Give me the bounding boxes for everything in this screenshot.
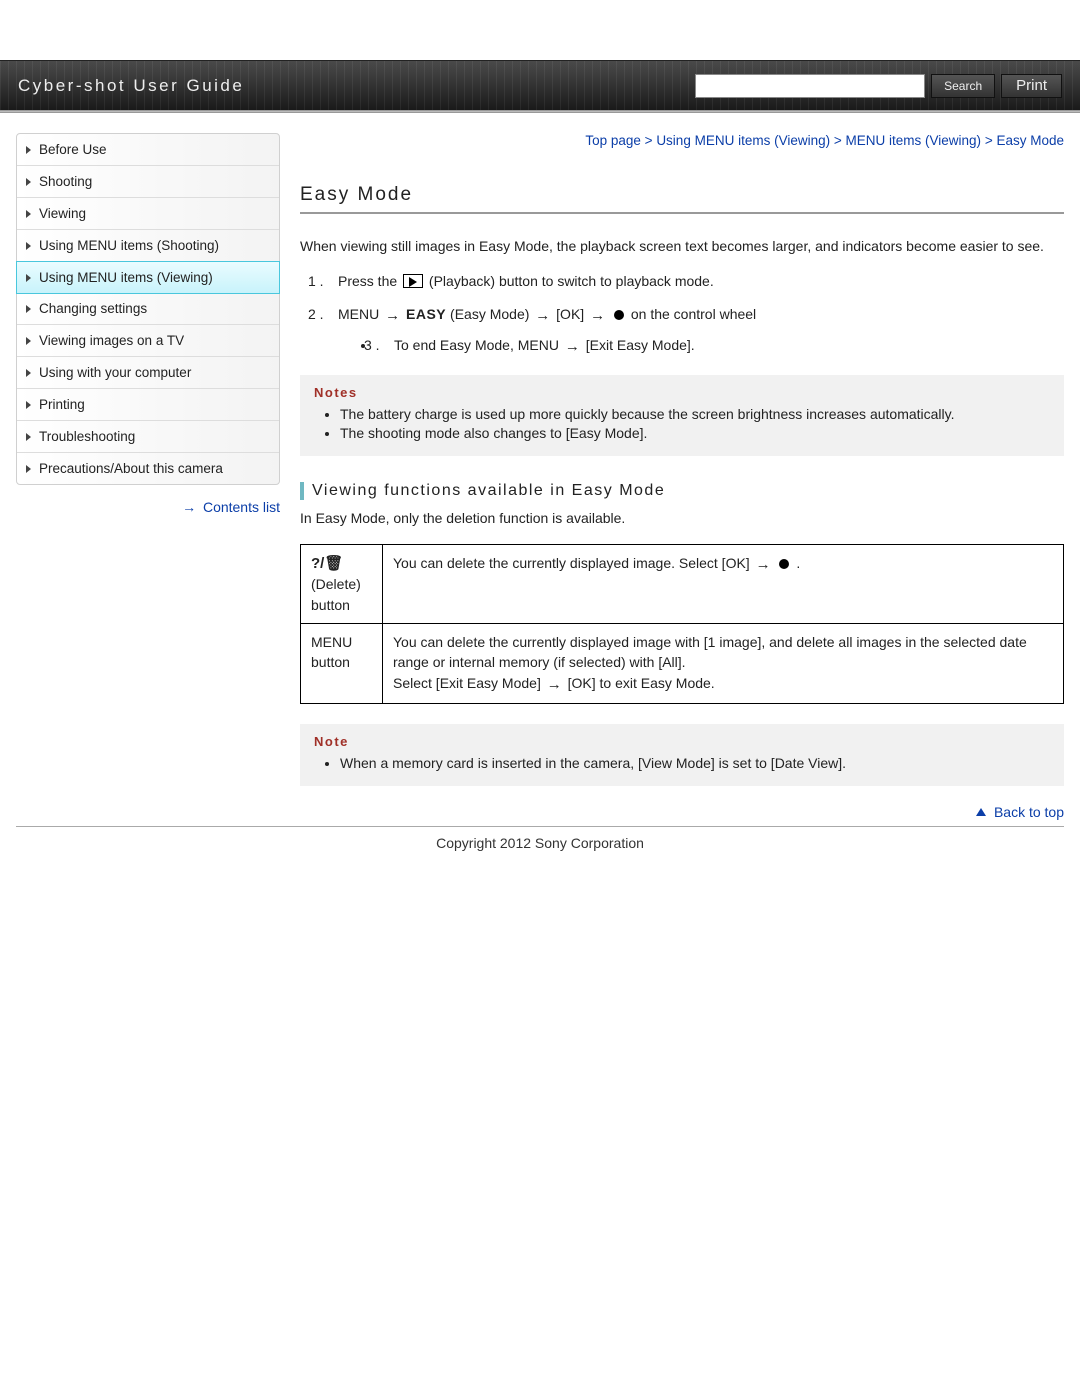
- note-item: When a memory card is inserted in the ca…: [340, 755, 1050, 771]
- sidebar-item-changing-settings[interactable]: Changing settings: [17, 293, 279, 325]
- sidebar-item-label: Printing: [39, 397, 85, 412]
- contents-list-link[interactable]: Contents list: [203, 499, 280, 515]
- search-input[interactable]: [695, 74, 925, 98]
- page-title: Easy Mode: [300, 184, 1064, 214]
- sidebar-item-printing[interactable]: Printing: [17, 389, 279, 421]
- arrow-icon: →: [590, 304, 605, 328]
- arrow-icon: →: [756, 554, 771, 576]
- triangle-up-icon: [976, 808, 986, 816]
- notes-title: Notes: [314, 385, 1050, 400]
- delete-desc-cell: You can delete the currently displayed i…: [383, 544, 1064, 623]
- table-row: MENU button You can delete the currently…: [301, 624, 1064, 704]
- back-to-top-link[interactable]: Back to top: [994, 804, 1064, 820]
- arrow-right-icon: →: [182, 499, 196, 515]
- copyright: Copyright 2012 Sony Corporation: [0, 827, 1080, 881]
- sidebar-item-troubleshooting[interactable]: Troubleshooting: [17, 421, 279, 453]
- notes-box-1: Notes The battery charge is used up more…: [300, 375, 1064, 456]
- intro-text: When viewing still images in Easy Mode, …: [300, 236, 1064, 256]
- site-title: Cyber-shot User Guide: [18, 76, 244, 96]
- sidebar-item-label: Shooting: [39, 174, 92, 189]
- arrow-icon: →: [385, 304, 400, 328]
- sidebar-item-label: Viewing images on a TV: [39, 333, 184, 348]
- sidebar-item-label: Before Use: [39, 142, 107, 157]
- section-intro: In Easy Mode, only the deletion function…: [300, 510, 1064, 526]
- note-item: The shooting mode also changes to [Easy …: [340, 425, 1050, 441]
- sidebar-nav: Before Use Shooting Viewing Using MENU i…: [16, 133, 280, 485]
- sidebar-item-label: Using MENU items (Viewing): [39, 270, 213, 285]
- table-row: ?/🗑 (Delete) button You can delete the c…: [301, 544, 1064, 623]
- breadcrumb-menu-viewing[interactable]: Using MENU items (Viewing): [656, 133, 830, 148]
- arrow-icon: →: [535, 304, 550, 328]
- search-button[interactable]: Search: [931, 74, 995, 98]
- menu-desc-cell: You can delete the currently displayed i…: [383, 624, 1064, 704]
- help-trash-icon: ?/🗑: [311, 555, 343, 572]
- sidebar-item-label: Viewing: [39, 206, 86, 221]
- breadcrumb: Top page > Using MENU items (Viewing) > …: [300, 133, 1064, 148]
- section-title: Viewing functions available in Easy Mode: [300, 482, 1064, 500]
- sidebar-item-viewing[interactable]: Viewing: [17, 198, 279, 230]
- step-2-sub: To end Easy Mode, MENU → [Exit Easy Mode…: [376, 334, 1064, 359]
- sidebar-item-using-computer[interactable]: Using with your computer: [17, 357, 279, 389]
- arrow-icon: →: [547, 674, 562, 696]
- header-bar: Cyber-shot User Guide Search Print: [0, 60, 1080, 110]
- sidebar-item-shooting[interactable]: Shooting: [17, 166, 279, 198]
- breadcrumb-top[interactable]: Top page: [585, 133, 641, 148]
- step-1: Press the (Playback) button to switch to…: [320, 270, 1064, 292]
- sidebar-item-label: Using with your computer: [39, 365, 191, 380]
- sidebar-item-label: Using MENU items (Shooting): [39, 238, 219, 253]
- notes-title: Note: [314, 734, 1050, 749]
- note-item: The battery charge is used up more quick…: [340, 406, 1050, 422]
- notes-box-2: Note When a memory card is inserted in t…: [300, 724, 1064, 786]
- functions-table: ?/🗑 (Delete) button You can delete the c…: [300, 544, 1064, 705]
- breadcrumb-easy-mode[interactable]: Easy Mode: [996, 133, 1064, 148]
- sidebar-item-viewing-tv[interactable]: Viewing images on a TV: [17, 325, 279, 357]
- easy-icon: EASY: [406, 306, 446, 322]
- sidebar-item-precautions[interactable]: Precautions/About this camera: [17, 453, 279, 484]
- sidebar-item-menu-viewing[interactable]: Using MENU items (Viewing): [16, 261, 280, 294]
- arrow-icon: →: [565, 335, 580, 359]
- sidebar-item-label: Troubleshooting: [39, 429, 135, 444]
- center-button-icon: [779, 559, 789, 569]
- step-2: MENU → EASY (Easy Mode) → [OK] → on the …: [320, 303, 1064, 359]
- sidebar-item-before-use[interactable]: Before Use: [17, 134, 279, 166]
- playback-icon: [403, 274, 423, 288]
- breadcrumb-menu-items-viewing[interactable]: MENU items (Viewing): [846, 133, 982, 148]
- sidebar-item-label: Changing settings: [39, 301, 147, 316]
- menu-button-cell: MENU button: [301, 624, 383, 704]
- sidebar-item-menu-shooting[interactable]: Using MENU items (Shooting): [17, 230, 279, 262]
- delete-button-cell: ?/🗑 (Delete) button: [301, 544, 383, 623]
- center-button-icon: [614, 310, 624, 320]
- print-button[interactable]: Print: [1001, 74, 1062, 98]
- steps-list: Press the (Playback) button to switch to…: [300, 270, 1064, 358]
- sidebar-item-label: Precautions/About this camera: [39, 461, 223, 476]
